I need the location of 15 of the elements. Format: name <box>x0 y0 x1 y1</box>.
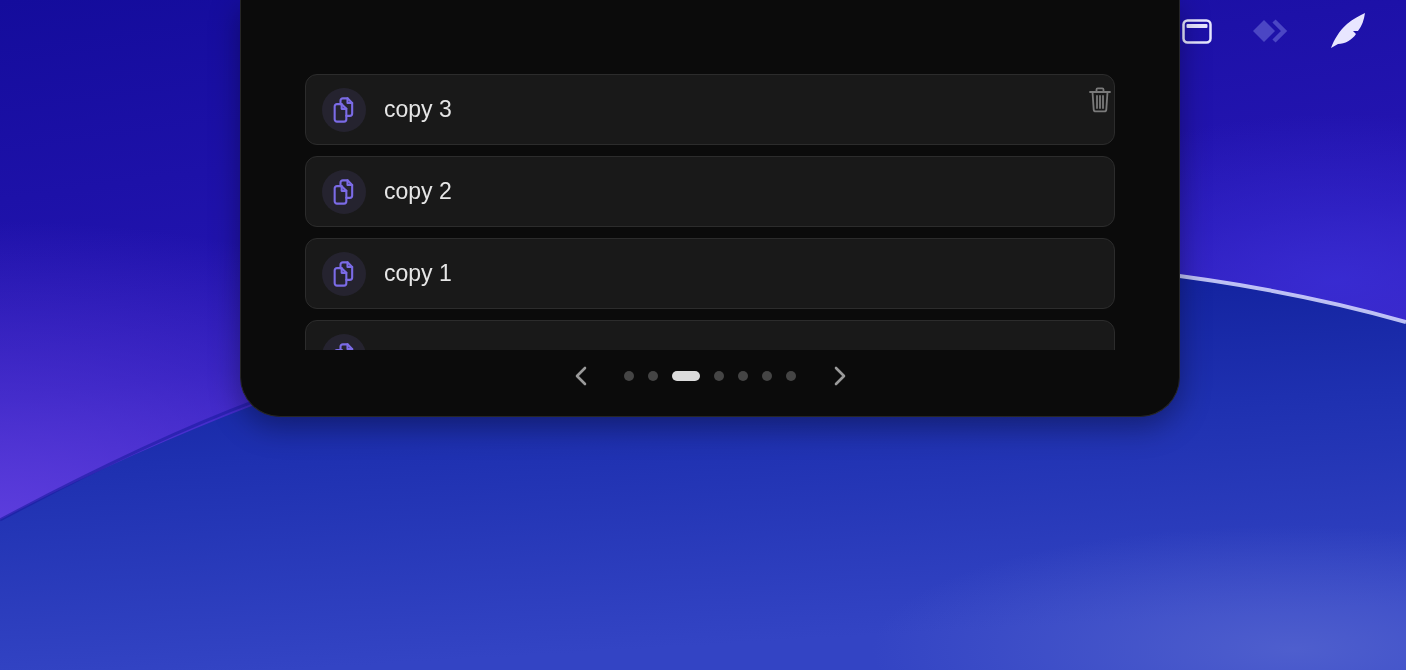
clipboard-item[interactable]: copy 1 <box>305 238 1115 309</box>
chevron-left-icon[interactable] <box>574 366 587 386</box>
item-label: copy 1 <box>384 259 452 289</box>
item-label: copy 2 <box>384 177 452 207</box>
files-icon <box>322 169 366 214</box>
item-label: copy 3 <box>384 95 452 125</box>
files-icon <box>322 251 366 296</box>
window-icon[interactable] <box>1182 18 1212 44</box>
trash-icon[interactable] <box>1089 87 1111 113</box>
clipboard-item[interactable]: copy 2 <box>305 156 1115 227</box>
files-icon <box>322 87 366 132</box>
clipboard-item[interactable]: copy 3 <box>305 74 1115 145</box>
chevron-right-icon[interactable] <box>833 366 846 386</box>
feather-icon[interactable] <box>1330 13 1366 49</box>
diamond-arrow-icon[interactable] <box>1252 17 1288 45</box>
